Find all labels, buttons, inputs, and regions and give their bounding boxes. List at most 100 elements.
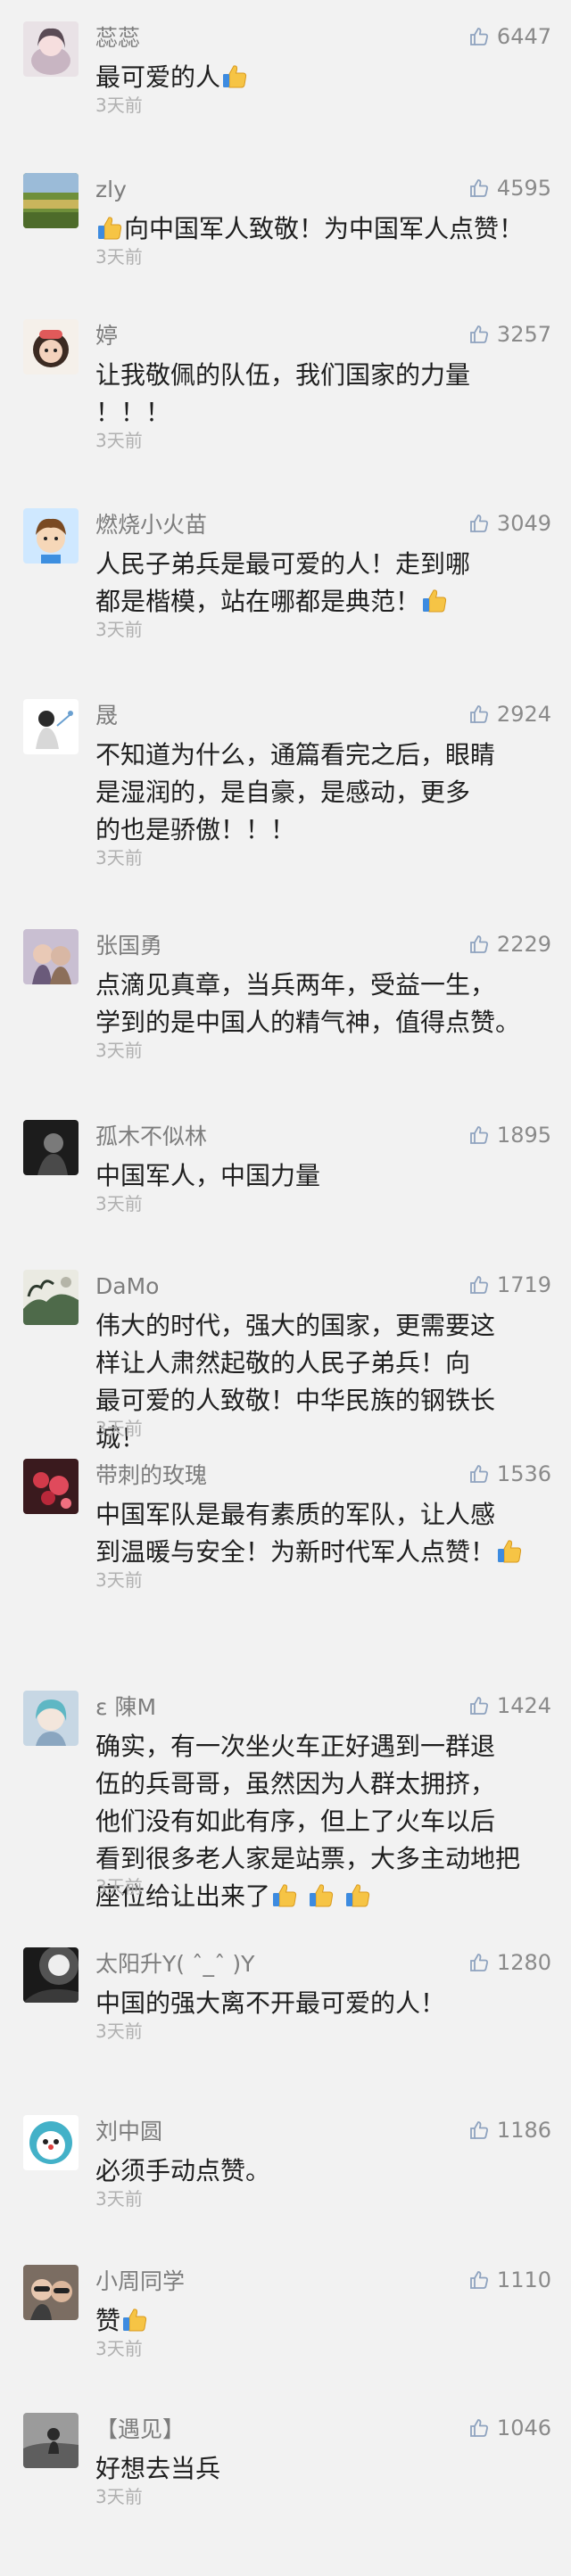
commenter-name[interactable]: 【遇见】 bbox=[95, 2416, 185, 2443]
like-button[interactable]: 3049 bbox=[468, 510, 551, 537]
like-count: 2924 bbox=[496, 702, 551, 727]
like-count: 1186 bbox=[496, 2118, 551, 2143]
thumbs-up-emoji-icon bbox=[120, 2306, 149, 2334]
comment-time: 3天前 bbox=[95, 2188, 143, 2210]
like-button[interactable]: 1110 bbox=[468, 2267, 551, 2293]
commenter-name[interactable]: 太阳升Y( ˆ_ˆ )Y bbox=[95, 1951, 254, 1978]
thumbs-up-emoji-icon bbox=[307, 1881, 335, 1910]
comment-time: 3天前 bbox=[95, 246, 143, 267]
comment-text-content: 中国军人，中国力量 bbox=[95, 1161, 321, 1190]
like-button[interactable]: 6447 bbox=[468, 23, 551, 50]
comment-text-content: 最可爱的人 bbox=[95, 62, 249, 92]
like-button[interactable]: 1424 bbox=[468, 1692, 551, 1719]
thumbs-up-icon bbox=[468, 934, 490, 955]
comment-text: 伟大的时代，强大的国家，更需要这 样让人肃然起敬的人民子弟兵！向 最可爱的人致敬！中… bbox=[95, 1307, 542, 1457]
commenter-name[interactable]: 带刺的玫瑰 bbox=[95, 1462, 207, 1489]
commenter-name[interactable]: 晟 bbox=[95, 703, 118, 729]
commenter-name[interactable]: 刘中圆 bbox=[95, 2119, 162, 2145]
avatar[interactable] bbox=[23, 21, 79, 77]
avatar[interactable] bbox=[23, 1459, 79, 1514]
comment-time: 3天前 bbox=[95, 1569, 143, 1591]
thumbs-up-emoji-icon bbox=[420, 587, 449, 615]
thumbs-up-icon bbox=[468, 1274, 490, 1296]
avatar[interactable] bbox=[23, 2115, 79, 2170]
like-button[interactable]: 1186 bbox=[468, 2117, 551, 2144]
commenter-name[interactable]: 燃烧小火苗 bbox=[95, 512, 207, 539]
avatar[interactable] bbox=[23, 1270, 79, 1325]
like-count: 1536 bbox=[496, 1461, 551, 1486]
comment-text: 向中国军人致敬！为中国军人点赞！ bbox=[95, 210, 542, 248]
commenter-name[interactable]: ε 陳M⁠ bbox=[95, 1694, 156, 1721]
avatar[interactable] bbox=[23, 173, 79, 228]
like-count: 1895 bbox=[496, 1123, 551, 1148]
comment-time: 3天前 bbox=[95, 2486, 143, 2507]
avatar[interactable] bbox=[23, 319, 79, 374]
comment-text: 好想去当兵 bbox=[95, 2450, 542, 2488]
like-button[interactable]: 2924 bbox=[468, 701, 551, 728]
comment-text-content: 确实，有一次坐火车正好遇到一群退 伍的兵哥哥，虽然因为人群太拥挤， 他们没有如此有序… bbox=[95, 1732, 521, 1911]
like-button[interactable]: 1895 bbox=[468, 1122, 551, 1148]
like-count: 4595 bbox=[496, 176, 551, 201]
like-count: 1719 bbox=[496, 1272, 551, 1297]
avatar[interactable] bbox=[23, 929, 79, 984]
commenter-name[interactable]: DaMo bbox=[95, 1273, 159, 1300]
commenter-name[interactable]: 婷 bbox=[95, 323, 118, 350]
comment-text-content: 必须手动点赞。 bbox=[95, 2156, 271, 2185]
like-count: 3257 bbox=[496, 322, 551, 347]
like-count: 2229 bbox=[496, 932, 551, 957]
like-button[interactable]: 3257 bbox=[468, 321, 551, 348]
like-count: 1424 bbox=[496, 1693, 551, 1718]
avatar[interactable] bbox=[23, 699, 79, 754]
avatar[interactable] bbox=[23, 508, 79, 564]
thumbs-up-icon bbox=[468, 1124, 490, 1146]
thumbs-up-icon bbox=[468, 2119, 490, 2141]
commenter-name[interactable]: 小周同学 bbox=[95, 2268, 185, 2295]
like-button[interactable]: 1719 bbox=[468, 1272, 551, 1298]
avatar[interactable] bbox=[23, 1947, 79, 2003]
comment-time: 3天前 bbox=[95, 1876, 143, 1897]
commenter-name[interactable]: 张国勇 bbox=[95, 933, 162, 959]
thumbs-up-icon bbox=[468, 1463, 490, 1485]
avatar[interactable] bbox=[23, 2413, 79, 2468]
comment-text: 必须手动点赞。 bbox=[95, 2152, 542, 2190]
like-button[interactable]: 4595 bbox=[468, 175, 551, 202]
comment-text-content: 赞 bbox=[95, 2306, 149, 2335]
avatar[interactable] bbox=[23, 1120, 79, 1175]
like-button[interactable]: 2229 bbox=[468, 931, 551, 958]
commenter-name[interactable]: zly bbox=[95, 177, 127, 203]
comment-text: 中国军队是最有素质的军队，让人感 到温暖与安全！为新时代军人点赞！ bbox=[95, 1496, 542, 1571]
thumbs-up-icon bbox=[468, 513, 490, 534]
thumbs-up-icon bbox=[468, 26, 490, 47]
thumbs-up-emoji-icon bbox=[270, 1881, 299, 1910]
like-button[interactable]: 1536 bbox=[468, 1461, 551, 1487]
comment-time: 3天前 bbox=[95, 847, 143, 868]
thumbs-up-icon bbox=[468, 2269, 490, 2291]
comment-text: 确实，有一次坐火车正好遇到一群退 伍的兵哥哥，虽然因为人群太拥挤， 他们没有如此有序… bbox=[95, 1728, 542, 1915]
comment-text-content: 让我敬佩的队伍，我们国家的力量！！！ bbox=[95, 360, 471, 427]
comment-time: 3天前 bbox=[95, 95, 143, 116]
like-button[interactable]: 1046 bbox=[468, 2415, 551, 2441]
comment-text-content: 伟大的时代，强大的国家，更需要这 样让人肃然起敬的人民子弟兵！向 最可爱的人致敬！中… bbox=[95, 1311, 496, 1453]
avatar[interactable] bbox=[23, 1691, 79, 1746]
comment-text: 让我敬佩的队伍，我们国家的力量！！！ bbox=[95, 357, 542, 432]
comment-text: 不知道为什么，通篇看完之后，眼睛 是湿润的，是自豪，是感动，更多 的也是骄傲！！！ bbox=[95, 737, 542, 849]
like-count: 1280 bbox=[496, 1950, 551, 1975]
like-count: 6447 bbox=[496, 24, 551, 49]
comment-text: 最可爱的人 bbox=[95, 59, 542, 96]
thumbs-up-emoji-icon bbox=[495, 1537, 524, 1566]
like-button[interactable]: 1280 bbox=[468, 1949, 551, 1976]
comment-text: 点滴见真章，当兵两年，受益一生， 学到的是中国人的精气神，值得点赞。 bbox=[95, 967, 542, 1041]
comment-text-content: 点滴见真章，当兵两年，受益一生， 学到的是中国人的精气神，值得点赞。 bbox=[95, 970, 521, 1037]
comment-text-content: 中国军队是最有素质的军队，让人感 到温暖与安全！为新时代军人点赞！ bbox=[95, 1500, 524, 1567]
thumbs-up-icon bbox=[468, 2417, 490, 2439]
comment-text: 中国军人，中国力量 bbox=[95, 1157, 542, 1195]
thumbs-up-emoji-icon bbox=[95, 214, 124, 243]
comment-time: 3天前 bbox=[95, 1418, 143, 1439]
comment-text: 中国的强大离不开最可爱的人！ bbox=[95, 1985, 542, 2022]
commenter-name[interactable]: 孤木不似林 bbox=[95, 1123, 207, 1150]
comment-text-content: 中国的强大离不开最可爱的人！ bbox=[95, 1988, 446, 2018]
commenter-name[interactable]: 蕊蕊 bbox=[95, 25, 140, 52]
avatar[interactable] bbox=[23, 2265, 79, 2320]
comment-text-content: 不知道为什么，通篇看完之后，眼睛 是湿润的，是自豪，是感动，更多 的也是骄傲！！！ bbox=[95, 740, 496, 844]
thumbs-up-emoji-icon bbox=[220, 62, 249, 91]
